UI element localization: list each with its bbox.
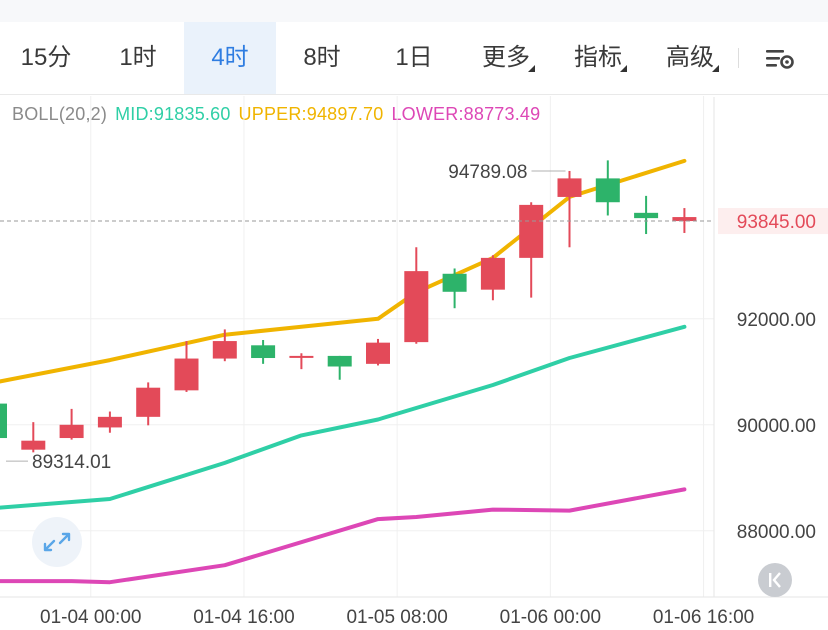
more-dropdown-icon — [528, 65, 535, 72]
tab-advanced-label: 高级 — [666, 44, 714, 71]
y-tick-label: 88000.00 — [737, 522, 816, 543]
candle-down[interactable] — [480, 257, 505, 290]
tab-1h[interactable]: 1时 — [92, 22, 184, 94]
candle-up[interactable] — [634, 212, 659, 219]
expand-chart-button[interactable] — [32, 517, 82, 567]
candle-down[interactable] — [21, 440, 46, 450]
chart-settings-icon — [766, 50, 794, 69]
tab-15min[interactable]: 15分 — [0, 22, 92, 94]
candle-up[interactable] — [0, 403, 7, 439]
advanced-dropdown-icon — [712, 65, 719, 72]
low-price-label: 89314.01 — [32, 452, 111, 473]
high-price-label: 94789.08 — [448, 162, 527, 183]
y-tick-label: 90000.00 — [737, 416, 816, 437]
expand-arrows-icon — [43, 532, 71, 552]
x-tick-label: 01-06 16:00 — [653, 607, 754, 628]
boll-upper-line — [0, 158, 687, 384]
tab-indicators-label: 指标 — [574, 44, 622, 71]
tab-more-label: 更多 — [482, 44, 530, 71]
candle-up[interactable] — [327, 355, 352, 367]
x-tick-label: 01-05 08:00 — [346, 607, 447, 628]
candle-down[interactable] — [672, 217, 697, 222]
indicators-dropdown-icon — [620, 65, 627, 72]
tab-8h[interactable]: 8时 — [276, 22, 368, 94]
candle-up[interactable] — [442, 273, 467, 292]
tab-more[interactable]: 更多 — [460, 22, 552, 94]
candlestick-chart[interactable]: 88000.00 90000.00 92000.00 01-04 00:00 01-04… — [0, 95, 828, 630]
x-tick-label: 01-04 16:00 — [193, 607, 294, 628]
boll-lower-line — [0, 487, 687, 585]
candle-up[interactable] — [251, 345, 276, 359]
candle-up[interactable] — [595, 178, 620, 203]
double-chevron-left-icon — [769, 572, 781, 588]
tab-1d[interactable]: 1日 — [368, 22, 460, 94]
tab-advanced[interactable]: 高级 — [644, 22, 736, 94]
candle-down[interactable] — [519, 204, 544, 258]
candle-down[interactable] — [212, 341, 237, 359]
tab-divider — [738, 48, 739, 68]
top-strip — [0, 0, 828, 22]
x-tick-label: 01-06 00:00 — [500, 607, 601, 628]
candle-down[interactable] — [97, 416, 122, 428]
candle-down[interactable] — [366, 342, 390, 364]
tab-4h[interactable]: 4时 — [184, 22, 276, 94]
candle-down[interactable] — [59, 424, 84, 439]
scroll-to-latest-button[interactable] — [758, 563, 792, 597]
y-tick-label: 92000.00 — [737, 310, 816, 331]
x-tick-label: 01-04 00:00 — [40, 607, 141, 628]
tab-indicators[interactable]: 指标 — [552, 22, 644, 94]
candle-down[interactable] — [174, 358, 199, 391]
candle-down[interactable] — [136, 387, 161, 417]
last-price-label: 93845.00 — [737, 212, 816, 233]
candle-down[interactable] — [557, 178, 582, 197]
chart-settings-button[interactable] — [758, 22, 828, 94]
candle-down[interactable] — [289, 355, 314, 358]
period-tab-bar: 15分 1时 4时 8时 1日 更多 指标 高级 — [0, 22, 828, 94]
candle-down[interactable] — [404, 271, 429, 343]
